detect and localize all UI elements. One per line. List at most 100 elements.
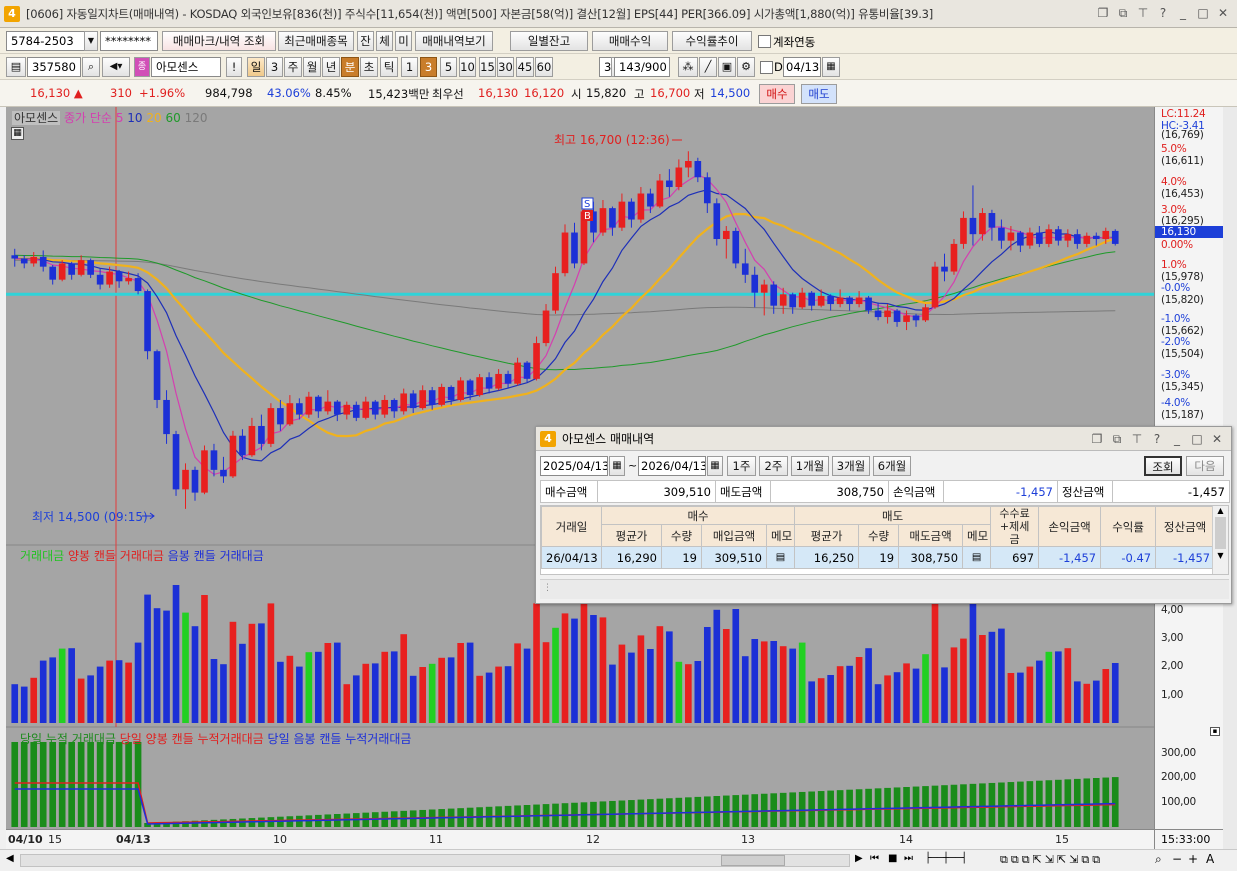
col-pl[interactable]: 손익금액 <box>1038 506 1102 547</box>
close-icon[interactable]: ✕ <box>1215 5 1231 21</box>
col-settle[interactable]: 정산금액 <box>1155 506 1216 547</box>
zoom-in-icon[interactable]: + <box>1188 852 1198 866</box>
period-tab-2[interactable]: 주 <box>284 57 302 77</box>
period-tab-4[interactable]: 년 <box>322 57 340 77</box>
from-calendar-icon[interactable]: ▦ <box>609 456 625 476</box>
stop-icon[interactable]: ■ <box>888 853 897 864</box>
to-calendar-icon[interactable]: ▦ <box>707 456 723 476</box>
indicator-icon[interactable]: ⁂ <box>678 57 698 77</box>
search-icon[interactable]: ⌕ <box>82 57 100 77</box>
col-sell-avg[interactable]: 평균가 <box>794 524 860 547</box>
scroll-down-icon[interactable]: ▼ <box>1213 551 1228 560</box>
scroll-left-icon[interactable]: ◀ <box>6 853 14 864</box>
draw-line-icon[interactable]: ╱ <box>699 57 717 77</box>
buy-memo-icon[interactable]: ▤ <box>765 546 796 569</box>
col-return[interactable]: 수익률 <box>1100 506 1157 547</box>
period-tab-7[interactable]: 틱 <box>380 57 398 77</box>
date-field[interactable]: 04/13 <box>783 57 821 77</box>
period-tab-11[interactable]: 10 <box>459 57 476 77</box>
password-field[interactable]: ******** <box>100 31 158 51</box>
col-buy-memo[interactable]: 메모 <box>765 524 796 547</box>
panel-tile-icon[interactable]: ⧉ <box>1109 431 1125 447</box>
col-sell-qty[interactable]: 수량 <box>858 524 900 547</box>
scroll-up-icon[interactable]: ▲ <box>1213 506 1228 515</box>
gear-icon[interactable]: ⚙ <box>737 57 755 77</box>
calendar-icon[interactable]: ▦ <box>822 57 840 77</box>
panel-minimize-icon[interactable]: _ <box>1169 431 1185 447</box>
buy-button[interactable]: 매수 <box>759 84 795 104</box>
col-buy-qty[interactable]: 수량 <box>661 524 702 547</box>
account-link-checkbox[interactable] <box>758 35 771 48</box>
period-tab-3[interactable]: 월 <box>303 57 321 77</box>
daily-balance-button[interactable]: 일별잔고 <box>510 31 588 51</box>
return-trend-button[interactable]: 수익률추이 <box>672 31 752 51</box>
col-date[interactable]: 거래일 <box>541 506 602 547</box>
pin-icon[interactable]: ⊤ <box>1135 5 1151 21</box>
scroll-thumb[interactable] <box>721 855 785 866</box>
sell-button[interactable]: 매도 <box>801 84 837 104</box>
range-2w-button[interactable]: 2주 <box>759 456 788 476</box>
zoom-out-icon[interactable]: − <box>1172 852 1182 866</box>
save-icon[interactable]: ▣ <box>718 57 736 77</box>
range-1w-button[interactable]: 1주 <box>727 456 756 476</box>
font-icon[interactable]: A <box>1206 852 1214 866</box>
period-tab-15[interactable]: 60 <box>535 57 553 77</box>
grid-toggle-icon[interactable]: ▦ <box>11 127 24 140</box>
chart-type-icon[interactable]: ▤ <box>6 57 26 77</box>
stock-code-input[interactable]: 357580 <box>27 57 81 77</box>
range-3m-button[interactable]: 3개월 <box>832 456 870 476</box>
trade-mark-button[interactable]: 매매마크/내역 조회 <box>162 31 276 51</box>
to-date-field[interactable]: 2026/04/13 <box>638 456 706 476</box>
panel-restore-icon[interactable]: ❐ <box>1089 431 1105 447</box>
col-fee[interactable]: 수수료 +제세금 <box>990 506 1040 547</box>
minimize-icon[interactable]: _ <box>1175 5 1191 21</box>
panel-help-icon[interactable]: ? <box>1149 431 1165 447</box>
scroll-right-icon[interactable]: ▶ <box>855 853 863 864</box>
unfilled-button[interactable]: 미 <box>395 31 412 51</box>
count-field[interactable]: 143/900 <box>614 57 670 77</box>
zoom-icon[interactable]: ⌕ <box>1155 852 1162 867</box>
first-icon[interactable]: ⏮ <box>870 853 879 864</box>
tool-icons[interactable]: ⧉⧉⧉⇱⇲⇱⇲⧉⧉ <box>1000 853 1103 867</box>
period-tab-1[interactable]: 3 <box>266 57 283 77</box>
panel-maximize-icon[interactable]: □ <box>1189 431 1205 447</box>
table-row[interactable]: 26/04/13 16,290 19 309,510 ▤ 16,250 19 3… <box>541 546 1216 569</box>
trade-view-button[interactable]: 매매내역보기 <box>415 31 493 51</box>
speaker-icon[interactable]: ◀▾ <box>102 57 130 77</box>
table-scroll-thumb[interactable] <box>1215 517 1226 549</box>
period-tab-8[interactable]: 1 <box>401 57 418 77</box>
alert-icon[interactable]: ! <box>226 57 242 77</box>
recent-stocks-button[interactable]: 최근매매종목 <box>278 31 354 51</box>
date-checkbox[interactable] <box>760 61 773 74</box>
period-tab-5[interactable]: 분 <box>341 57 359 77</box>
query-button[interactable]: 조회 <box>1144 456 1182 476</box>
maximize-icon[interactable]: □ <box>1195 5 1211 21</box>
zoom-slider-icon[interactable]: ├──┼──┤ <box>925 853 967 864</box>
col-sell-memo[interactable]: 메모 <box>962 524 992 547</box>
period-tab-12[interactable]: 15 <box>479 57 496 77</box>
panel-close-icon[interactable]: ▪ <box>1210 727 1220 736</box>
table-scrollbar[interactable]: ▲ ▼ <box>1212 506 1228 574</box>
panel-pin-icon[interactable]: ⊤ <box>1129 431 1145 447</box>
col-sell-total[interactable]: 매도금액 <box>898 524 964 547</box>
balance-button[interactable]: 잔 <box>357 31 374 51</box>
restore-icon[interactable]: ❐ <box>1095 5 1111 21</box>
col-buy-total[interactable]: 매입금액 <box>701 524 767 547</box>
col-buy-avg[interactable]: 평균가 <box>601 524 662 547</box>
period-tab-10[interactable]: 5 <box>440 57 457 77</box>
range-1m-button[interactable]: 1개월 <box>791 456 829 476</box>
help-icon[interactable]: ? <box>1155 5 1171 21</box>
from-date-field[interactable]: 2025/04/13 <box>540 456 608 476</box>
scroll-track[interactable] <box>20 854 850 867</box>
last-icon[interactable]: ⏭ <box>904 853 913 864</box>
sell-memo-icon[interactable]: ▤ <box>962 546 992 569</box>
period-tab-13[interactable]: 30 <box>497 57 514 77</box>
tile-icon[interactable]: ⧉ <box>1115 5 1131 21</box>
next-button[interactable]: 다음 <box>1186 456 1224 476</box>
period-tab-9[interactable]: 3 <box>420 57 437 77</box>
filled-button[interactable]: 체 <box>376 31 393 51</box>
trade-profit-button[interactable]: 매매수익 <box>592 31 668 51</box>
panel-resize-grip[interactable]: ⋮ <box>540 579 1229 599</box>
period-tab-14[interactable]: 45 <box>516 57 534 77</box>
period-tab-6[interactable]: 초 <box>360 57 378 77</box>
